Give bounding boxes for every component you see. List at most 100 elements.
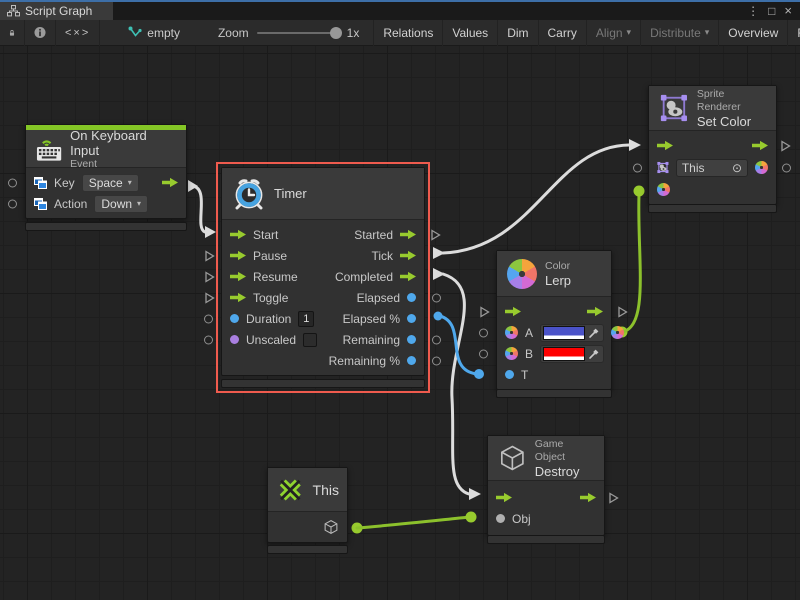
port-key-outer[interactable]	[8, 178, 17, 187]
dim-button[interactable]: Dim	[498, 20, 538, 46]
zoom-slider-handle[interactable]	[330, 27, 342, 39]
lock-button[interactable]	[0, 20, 25, 46]
port-out-outer[interactable]	[782, 163, 791, 172]
window-maximize-icon[interactable]: □	[768, 5, 775, 17]
flow-out-port[interactable]	[162, 177, 178, 188]
color-port-icon[interactable]	[505, 347, 518, 360]
port-b-outer[interactable]	[479, 349, 488, 358]
flow-in-port[interactable]	[230, 229, 246, 240]
value-in-port[interactable]	[505, 370, 514, 379]
timer-selection-outline: Timer Start Started Pause Tick	[216, 162, 430, 393]
port-unscaled-outer[interactable]	[204, 335, 213, 344]
wire-keyboard-to-timer-start[interactable]	[193, 186, 205, 232]
overview-button[interactable]: Overview	[719, 20, 788, 46]
flow-out-port[interactable]	[400, 271, 416, 282]
tab-script-graph[interactable]: Script Graph	[0, 2, 113, 20]
port-flow-out-outer[interactable]	[608, 492, 619, 504]
game-object-out-port[interactable]	[323, 519, 339, 535]
unscaled-checkbox[interactable]	[303, 333, 317, 347]
window-menu-icon[interactable]: ⋮	[747, 5, 759, 17]
value-out-port[interactable]	[407, 314, 416, 323]
port-label: B	[525, 347, 533, 361]
color-a-field[interactable]	[540, 324, 604, 342]
flow-out-port[interactable]	[587, 306, 603, 317]
color-b-field[interactable]	[540, 345, 604, 363]
flow-out-port[interactable]	[752, 140, 768, 151]
fullscreen-button[interactable]: Full Screen	[788, 20, 800, 46]
flow-in-port[interactable]	[505, 306, 521, 317]
node-title: This	[313, 482, 339, 498]
color-port-icon[interactable]	[505, 326, 518, 339]
sprite-port-icon[interactable]	[657, 161, 669, 174]
node-header: This	[268, 468, 347, 512]
eyedropper-icon[interactable]	[587, 326, 601, 340]
flow-in-port[interactable]	[496, 492, 512, 503]
node-this[interactable]: This	[267, 467, 348, 543]
color-in-port[interactable]	[657, 183, 670, 196]
node-timer[interactable]: Timer Start Started Pause Tick	[221, 167, 425, 376]
flow-in-port[interactable]	[230, 292, 246, 303]
relations-button[interactable]: Relations	[374, 20, 443, 46]
info-button[interactable]	[25, 20, 56, 46]
window-close-icon[interactable]: ×	[784, 5, 792, 17]
color-b-swatch[interactable]	[543, 347, 585, 361]
node-footer	[267, 545, 348, 554]
value-in-port[interactable]	[496, 514, 505, 523]
flow-in-port[interactable]	[230, 271, 246, 282]
code-view-glyph: <×>	[65, 27, 90, 39]
zoom-slider-track[interactable]	[257, 32, 339, 34]
port-flow-out-outer[interactable]	[780, 140, 791, 152]
wire-completed-to-destroy[interactable]	[443, 274, 469, 494]
wire-tick-to-setcolor[interactable]	[443, 145, 629, 253]
values-button[interactable]: Values	[443, 20, 498, 46]
object-picker-icon[interactable]: ⊙	[732, 161, 742, 175]
eyedropper-icon[interactable]	[587, 347, 601, 361]
node-header: On Keyboard Input Event	[26, 130, 186, 168]
port-flow-in-outer[interactable]	[479, 306, 490, 318]
node-header: Color Lerp	[497, 251, 611, 297]
flow-in-port[interactable]	[657, 140, 673, 151]
duration-input[interactable]: 1	[298, 311, 314, 327]
port-pause-outer[interactable]	[204, 250, 215, 262]
port-remaining-outer[interactable]	[432, 335, 441, 344]
flow-out-port[interactable]	[580, 492, 596, 503]
node-header: Sprite Renderer Set Color	[649, 86, 776, 131]
flow-out-port[interactable]	[400, 229, 416, 240]
color-out-port[interactable]	[611, 326, 624, 339]
value-in-port[interactable]	[230, 335, 239, 344]
flow-in-port[interactable]	[230, 250, 246, 261]
node-on-keyboard-input[interactable]: On Keyboard Input Event Key Space▾	[25, 124, 187, 219]
port-resume-outer[interactable]	[204, 271, 215, 283]
code-view-button[interactable]: <×>	[56, 20, 100, 46]
node-color-lerp[interactable]: Color Lerp A	[496, 250, 612, 390]
port-action-outer[interactable]	[8, 199, 17, 208]
color-out-port[interactable]	[755, 161, 768, 174]
node-destroy[interactable]: Game Object Destroy Obj	[487, 435, 605, 536]
distribute-button[interactable]: Distribute▾	[641, 20, 719, 46]
port-remaining-pct-outer[interactable]	[432, 356, 441, 365]
port-toggle-outer[interactable]	[204, 292, 215, 304]
port-elapsed-outer[interactable]	[432, 293, 441, 302]
graph-canvas[interactable]: On Keyboard Input Event Key Space▾	[0, 46, 800, 600]
value-out-port[interactable]	[407, 293, 416, 302]
value-out-port[interactable]	[407, 335, 416, 344]
port-a-outer[interactable]	[479, 328, 488, 337]
port-target-outer[interactable]	[633, 163, 642, 172]
caret-down-icon: ▾	[137, 199, 141, 208]
value-in-port[interactable]	[230, 314, 239, 323]
graph-selector[interactable]: empty	[128, 26, 180, 40]
this-target-field[interactable]: This ⊙	[676, 159, 748, 177]
value-out-port[interactable]	[407, 356, 416, 365]
port-duration-outer[interactable]	[204, 314, 213, 323]
port-flow-out-outer[interactable]	[617, 306, 628, 318]
carry-button[interactable]: Carry	[539, 20, 587, 46]
port-label: Completed	[335, 270, 393, 284]
node-set-color[interactable]: Sprite Renderer Set Color	[648, 85, 777, 205]
key-dropdown[interactable]: Space▾	[82, 174, 139, 192]
flow-out-port[interactable]	[400, 250, 416, 261]
align-button[interactable]: Align▾	[587, 20, 641, 46]
color-a-swatch[interactable]	[543, 326, 585, 340]
action-dropdown[interactable]: Down▾	[94, 195, 148, 213]
wire-this-to-destroy-obj[interactable]	[357, 517, 470, 528]
port-started-outer[interactable]	[430, 229, 441, 241]
